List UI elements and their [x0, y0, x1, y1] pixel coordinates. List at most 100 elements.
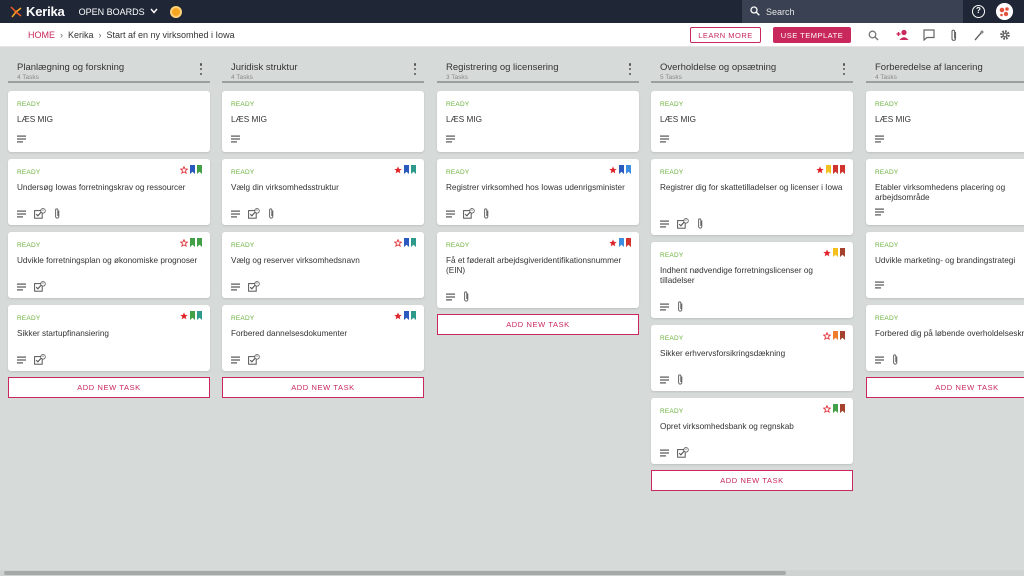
search-box[interactable] [742, 0, 963, 23]
sun-icon[interactable] [169, 5, 182, 18]
task-card[interactable]: READY Få et føderalt arbejdsgiveridentifi… [437, 232, 639, 308]
bookmark-tag-icon [411, 311, 416, 320]
avatar[interactable] [996, 3, 1013, 20]
star-icon[interactable] [394, 165, 402, 174]
gear-icon[interactable] [998, 28, 1012, 42]
task-title: Undersøg Iowas forretningskrav og ressou… [17, 183, 186, 192]
task-title: Forbered dig på løbende overholdelseskra… [875, 329, 1024, 338]
checklist-icon: 3 [248, 353, 260, 365]
open-boards-menu[interactable]: OPEN BOARDS [79, 7, 158, 17]
wand-icon[interactable] [972, 28, 986, 42]
task-status: READY [660, 408, 684, 415]
task-status: READY [446, 242, 470, 249]
task-flags [178, 238, 202, 247]
task-card[interactable]: READY Udvikle forretningsplan og økonomis… [8, 232, 210, 298]
task-status: READY [446, 101, 470, 108]
task-status: READY [875, 169, 899, 176]
task-card[interactable]: READY Undersøg Iowas forretningskrav og r… [8, 159, 210, 225]
kerika-logo[interactable]: Kerika [10, 4, 65, 19]
add-new-task-button[interactable]: ADD NEW TASK [651, 470, 853, 491]
checklist-icon: 3 [677, 446, 689, 458]
star-outline-icon[interactable] [823, 404, 831, 413]
bookmark-tag-icon [404, 311, 409, 320]
add-new-task-button[interactable]: ADD NEW TASK [8, 377, 210, 398]
task-card-icons: 3 [231, 353, 268, 365]
column-header[interactable]: Planlægning og forskning 4 Tasks [8, 48, 210, 83]
star-outline-icon[interactable] [394, 238, 402, 247]
task-card[interactable]: READY Registrer virksomhed hos Iowas uden… [437, 159, 639, 225]
more-vert-icon[interactable] [412, 63, 418, 75]
task-card[interactable]: READY Indhent nødvendige forretningslicen… [651, 242, 853, 318]
column-header[interactable]: Registrering og licensering 3 Tasks [437, 48, 639, 83]
checklist-count: 3 [684, 446, 687, 452]
search-icon[interactable] [866, 28, 880, 42]
task-title: Opret virksomhedsbank og regnskab [660, 422, 794, 431]
checklist-count: 3 [41, 207, 44, 213]
star-icon[interactable] [180, 311, 188, 320]
checklist-count: 3 [255, 280, 258, 286]
task-card[interactable]: READY Udvikle marketing- og brandingstrat… [866, 232, 1024, 298]
more-vert-icon[interactable] [627, 63, 633, 75]
column-header[interactable]: Juridisk struktur 4 Tasks [222, 48, 424, 83]
task-flags [821, 404, 845, 413]
task-card[interactable]: READY Vælg din virksomhedsstruktur 3 [222, 159, 424, 225]
task-title: Registrer dig for skattetilladelser og l… [660, 183, 843, 192]
bookmark-tag-icon [826, 165, 831, 174]
description-icon [17, 356, 26, 364]
use-template-button[interactable]: USE TEMPLATE [773, 27, 851, 43]
task-card[interactable]: READY LÆS MIG [437, 91, 639, 152]
task-card[interactable]: READY Opret virksomhedsbank og regnskab 3 [651, 398, 853, 464]
bookmark-tag-icon [197, 165, 202, 174]
horizontal-scrollbar[interactable] [0, 570, 1024, 576]
star-icon[interactable] [609, 238, 617, 247]
chat-icon[interactable] [922, 28, 936, 42]
star-icon[interactable] [394, 311, 402, 320]
checklist-icon: 3 [248, 207, 260, 219]
task-flags [607, 165, 631, 174]
more-vert-icon[interactable] [198, 63, 204, 75]
task-card[interactable]: READY LÆS MIG [651, 91, 853, 152]
star-outline-icon[interactable] [180, 165, 188, 174]
task-card[interactable]: READY Sikker erhvervsforsikringsdækning [651, 325, 853, 391]
task-title: Udvikle forretningsplan og økonomiske pr… [17, 256, 198, 265]
attachment-icon[interactable] [947, 28, 961, 42]
task-card[interactable]: READY Etabler virksomhedens placering og … [866, 159, 1024, 225]
task-title: Forbered dannelsesdokumenter [231, 329, 348, 338]
add-new-task-button[interactable]: ADD NEW TASK [866, 377, 1024, 398]
breadcrumb-item[interactable]: Kerika [68, 30, 94, 40]
task-status: READY [660, 252, 684, 259]
more-vert-icon[interactable] [841, 63, 847, 75]
star-outline-icon[interactable] [180, 238, 188, 247]
bookmark-tag-icon [197, 238, 202, 247]
bookmark-tag-icon [404, 165, 409, 174]
star-icon[interactable] [816, 165, 824, 174]
add-new-task-button[interactable]: ADD NEW TASK [222, 377, 424, 398]
column-header[interactable]: Forberedelse af lancering 4 Tasks [866, 48, 1024, 83]
help-icon[interactable]: ? [972, 5, 985, 18]
add-person-icon[interactable] [896, 28, 910, 42]
task-card[interactable]: READY Forbered dannelsesdokumenter 3 [222, 305, 424, 371]
breadcrumb-home[interactable]: HOME [28, 30, 55, 40]
star-icon[interactable] [823, 248, 831, 257]
task-card[interactable]: READY LÆS MIG [866, 91, 1024, 152]
description-icon [660, 303, 669, 311]
task-card[interactable]: READY LÆS MIG [222, 91, 424, 152]
task-title: LÆS MIG [660, 115, 696, 124]
search-input[interactable] [766, 6, 946, 17]
learn-more-button[interactable]: LEARN MORE [690, 27, 761, 43]
add-new-task-button[interactable]: ADD NEW TASK [437, 314, 639, 335]
checklist-icon: 3 [248, 280, 260, 292]
star-outline-icon[interactable] [823, 331, 831, 340]
task-card-icons [446, 135, 463, 143]
task-card[interactable]: READY Vælg og reserver virksomhedsnavn 3 [222, 232, 424, 298]
task-card[interactable]: READY Forbered dig på løbende overholdels… [866, 305, 1024, 371]
chevron-right-icon: › [98, 29, 102, 40]
star-icon[interactable] [609, 165, 617, 174]
task-card-icons: 3 [660, 217, 712, 229]
task-card[interactable]: READY LÆS MIG [8, 91, 210, 152]
task-card[interactable]: READY Registrer dig for skattetilladelser… [651, 159, 853, 235]
column-header[interactable]: Overholdelse og opsætning 5 Tasks [651, 48, 853, 83]
task-card[interactable]: READY Sikker startupfinansiering 3 [8, 305, 210, 371]
scrollbar-thumb[interactable] [4, 571, 786, 575]
description-icon [17, 135, 26, 143]
